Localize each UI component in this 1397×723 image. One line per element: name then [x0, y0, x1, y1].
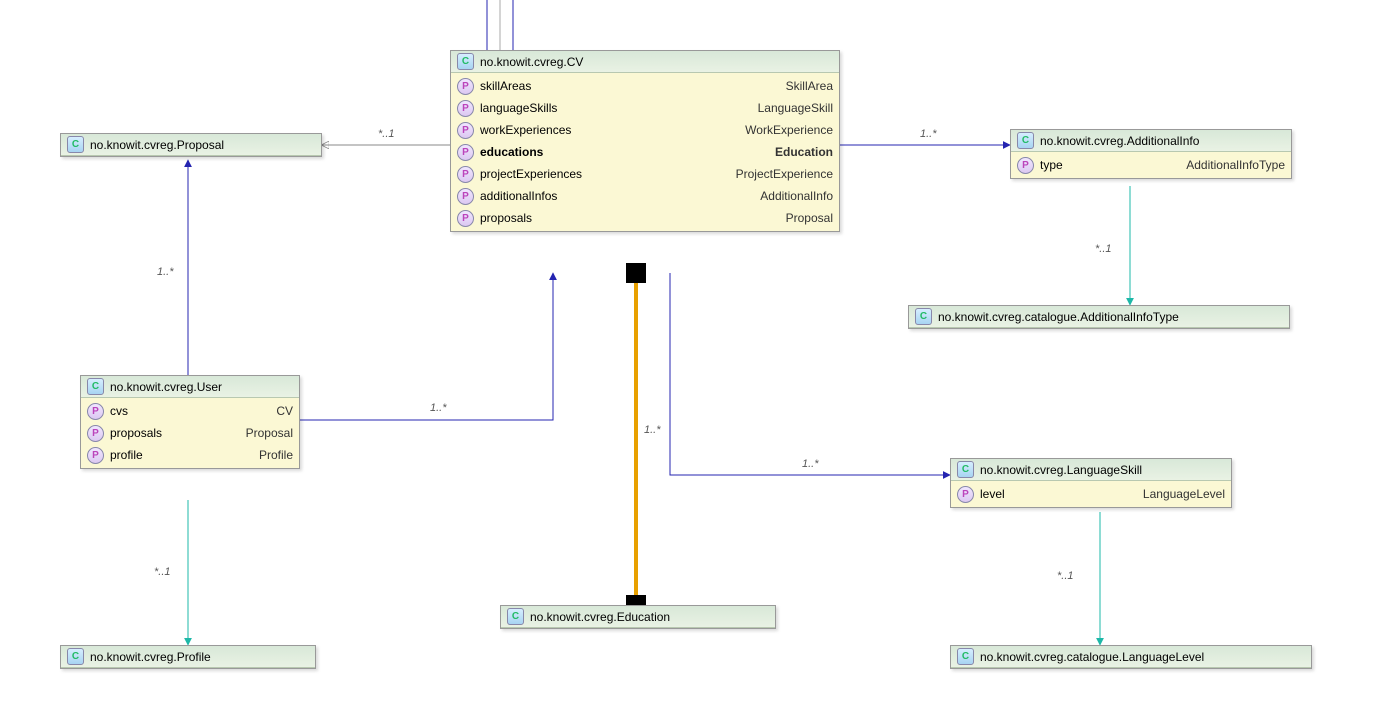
class-icon: C [67, 136, 84, 153]
class-title: no.knowit.cvreg.catalogue.LanguageLevel [980, 650, 1204, 664]
property-icon: P [1017, 157, 1034, 174]
class-icon: C [507, 608, 524, 625]
mult-label: *..1 [1095, 243, 1112, 255]
property-type: LanguageSkill [758, 101, 833, 115]
class-icon: C [67, 648, 84, 665]
class-icon: C [1017, 132, 1034, 149]
property-name: level [980, 487, 1123, 501]
property-type: ProjectExperience [736, 167, 833, 181]
class-icon: C [957, 648, 974, 665]
class-icon: C [957, 461, 974, 478]
property-row[interactable]: Pprofile Profile [81, 444, 299, 466]
property-type: WorkExperience [745, 123, 833, 137]
property-name: type [1040, 158, 1166, 172]
class-title: no.knowit.cvreg.catalogue.AdditionalInfo… [938, 310, 1179, 324]
class-languagelevel[interactable]: Cno.knowit.cvreg.catalogue.LanguageLevel [950, 645, 1312, 669]
property-type: LanguageLevel [1143, 487, 1225, 501]
property-icon: P [457, 144, 474, 161]
property-icon: P [87, 403, 104, 420]
class-profile[interactable]: Cno.knowit.cvreg.Profile [60, 645, 316, 669]
class-languageskill[interactable]: Cno.knowit.cvreg.LanguageSkill Plevel Lan… [950, 458, 1232, 508]
property-type: SkillArea [786, 79, 833, 93]
property-icon: P [457, 100, 474, 117]
property-icon: P [87, 425, 104, 442]
class-title: no.knowit.cvreg.LanguageSkill [980, 463, 1142, 477]
property-name: projectExperiences [480, 167, 716, 181]
property-row[interactable]: Plevel LanguageLevel [951, 483, 1231, 505]
property-row[interactable]: Pproposals Proposal [81, 422, 299, 444]
class-title: no.knowit.cvreg.AdditionalInfo [1040, 134, 1199, 148]
class-icon: C [915, 308, 932, 325]
property-name: educations [480, 145, 755, 159]
property-type: AdditionalInfo [760, 189, 833, 203]
property-name: skillAreas [480, 79, 766, 93]
property-icon: P [457, 78, 474, 95]
mult-label: 1..* [644, 424, 661, 436]
class-education[interactable]: Cno.knowit.cvreg.Education [500, 605, 776, 629]
property-type: Profile [259, 448, 293, 462]
property-name: additionalInfos [480, 189, 740, 203]
property-row[interactable]: Peducations Education [451, 141, 839, 163]
property-row[interactable]: PadditionalInfos AdditionalInfo [451, 185, 839, 207]
mult-label: *..1 [1057, 570, 1074, 582]
class-cv[interactable]: Cno.knowit.cvreg.CV PskillAreas SkillArea… [450, 50, 840, 232]
mult-label: 1..* [157, 266, 174, 278]
property-icon: P [87, 447, 104, 464]
property-icon: P [957, 486, 974, 503]
property-type: Proposal [786, 211, 833, 225]
property-icon: P [457, 122, 474, 139]
property-icon: P [457, 188, 474, 205]
property-row[interactable]: PworkExperiences WorkExperience [451, 119, 839, 141]
property-name: languageSkills [480, 101, 738, 115]
property-type: Education [775, 145, 833, 159]
mult-label: *..1 [378, 128, 395, 140]
mult-label: 1..* [802, 458, 819, 470]
property-type: CV [276, 404, 293, 418]
property-icon: P [457, 166, 474, 183]
class-title: no.knowit.cvreg.CV [480, 55, 583, 69]
property-icon: P [457, 210, 474, 227]
class-title: no.knowit.cvreg.User [110, 380, 222, 394]
property-name: proposals [480, 211, 766, 225]
class-proposal[interactable]: Cno.knowit.cvreg.Proposal [60, 133, 322, 157]
property-name: workExperiences [480, 123, 725, 137]
property-row[interactable]: PskillAreas SkillArea [451, 75, 839, 97]
class-additionalinfo[interactable]: Cno.knowit.cvreg.AdditionalInfo Ptype Add… [1010, 129, 1292, 179]
property-type: AdditionalInfoType [1186, 158, 1285, 172]
mult-label: *..1 [154, 566, 171, 578]
property-row[interactable]: Pcvs CV [81, 400, 299, 422]
class-title: no.knowit.cvreg.Education [530, 610, 670, 624]
property-row[interactable]: Pproposals Proposal [451, 207, 839, 229]
mult-label: 1..* [920, 128, 937, 140]
property-row[interactable]: Ptype AdditionalInfoType [1011, 154, 1291, 176]
class-icon: C [457, 53, 474, 70]
class-additionalinfotype[interactable]: Cno.knowit.cvreg.catalogue.AdditionalInf… [908, 305, 1290, 329]
class-icon: C [87, 378, 104, 395]
class-user[interactable]: Cno.knowit.cvreg.User Pcvs CV Pproposals Pr… [80, 375, 300, 469]
property-name: cvs [110, 404, 256, 418]
mult-label: 1..* [430, 402, 447, 414]
class-title: no.knowit.cvreg.Profile [90, 650, 211, 664]
property-name: profile [110, 448, 239, 462]
property-type: Proposal [246, 426, 293, 440]
property-row[interactable]: PlanguageSkills LanguageSkill [451, 97, 839, 119]
property-row[interactable]: PprojectExperiences ProjectExperience [451, 163, 839, 185]
class-title: no.knowit.cvreg.Proposal [90, 138, 224, 152]
property-name: proposals [110, 426, 226, 440]
